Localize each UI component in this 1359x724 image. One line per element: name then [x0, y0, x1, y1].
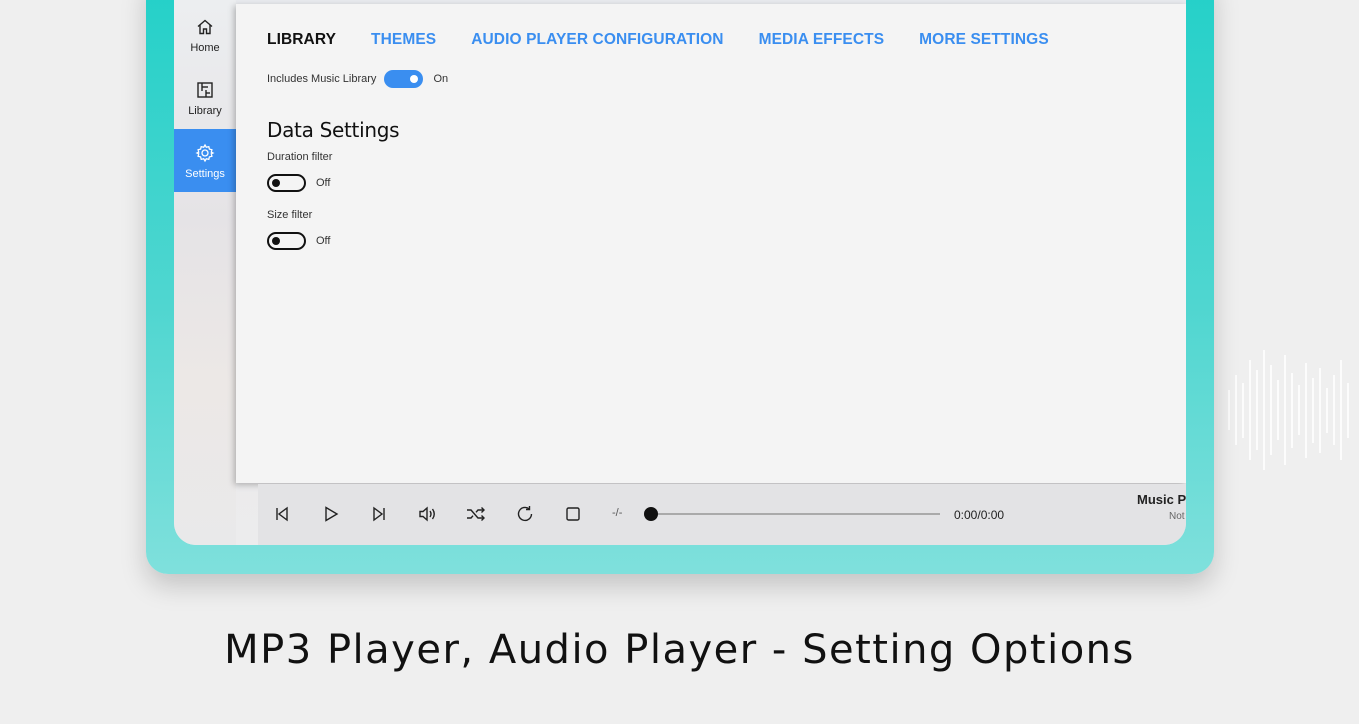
side-nav: Home Library Settings — [174, 0, 236, 545]
waveform-decoration — [1228, 340, 1359, 480]
caption: MP3 Player, Audio Player - Setting Optio… — [224, 627, 1135, 673]
nav-item-label: Settings — [185, 167, 225, 180]
duration-filter-setting: Off — [267, 174, 330, 192]
size-filter-setting: Off — [267, 232, 330, 250]
size-filter-label: Size filter — [267, 209, 313, 221]
app-window: Home Library Settings LIBRARY THEMES AUD… — [174, 0, 1186, 545]
repeat-icon[interactable] — [513, 502, 537, 526]
duration-filter-label-row: Duration filter — [267, 151, 332, 163]
playback-rate: -/- — [612, 507, 623, 519]
nav-item-label: Library — [188, 104, 222, 117]
tab-themes[interactable]: THEMES — [371, 31, 436, 49]
tab-media-effects[interactable]: MEDIA EFFECTS — [759, 31, 885, 49]
size-filter-state: Off — [316, 235, 331, 247]
nav-item-home[interactable]: Home — [174, 3, 236, 66]
tab-library[interactable]: LIBRARY — [267, 31, 336, 49]
tab-audio-player-configuration[interactable]: AUDIO PLAYER CONFIGURATION — [471, 31, 723, 49]
time-readout: 0:00/0:00 — [954, 508, 1005, 522]
gear-icon — [195, 142, 215, 164]
home-icon — [196, 16, 214, 38]
size-filter-label-row: Size filter — [267, 209, 312, 221]
seek-thumb[interactable] — [644, 507, 658, 521]
nav-item-label: Home — [190, 41, 220, 54]
stop-icon[interactable] — [561, 502, 585, 526]
music-library-toggle[interactable] — [384, 70, 424, 88]
now-playing-subtitle: Not — [1169, 511, 1185, 522]
library-icon — [196, 79, 214, 101]
duration-filter-state: Off — [316, 177, 331, 189]
duration-filter-label: Duration filter — [267, 151, 333, 163]
section-title-data-settings: Data Settings — [267, 118, 400, 142]
player-bar: -/- 0:00/0:00 Music P Not — [258, 484, 1186, 545]
nav-item-library[interactable]: Library — [174, 66, 236, 129]
volume-icon[interactable] — [416, 502, 440, 526]
play-icon[interactable] — [319, 502, 343, 526]
duration-filter-toggle[interactable] — [267, 174, 306, 192]
settings-tabs: LIBRARY THEMES AUDIO PLAYER CONFIGURATIO… — [267, 31, 1049, 49]
shuffle-icon[interactable] — [464, 502, 488, 526]
nav-item-settings[interactable]: Settings — [174, 129, 236, 192]
settings-panel: LIBRARY THEMES AUDIO PLAYER CONFIGURATIO… — [236, 4, 1186, 483]
previous-icon[interactable] — [270, 502, 294, 526]
music-library-label: Includes Music Library — [267, 73, 377, 85]
seek-track[interactable] — [650, 513, 940, 515]
next-icon[interactable] — [367, 502, 391, 526]
now-playing-title: Music P — [1137, 492, 1186, 507]
music-library-state: On — [433, 73, 449, 85]
size-filter-toggle[interactable] — [267, 232, 306, 250]
tab-more-settings[interactable]: MORE SETTINGS — [919, 31, 1049, 49]
music-library-setting: Includes Music Library On — [267, 70, 448, 88]
